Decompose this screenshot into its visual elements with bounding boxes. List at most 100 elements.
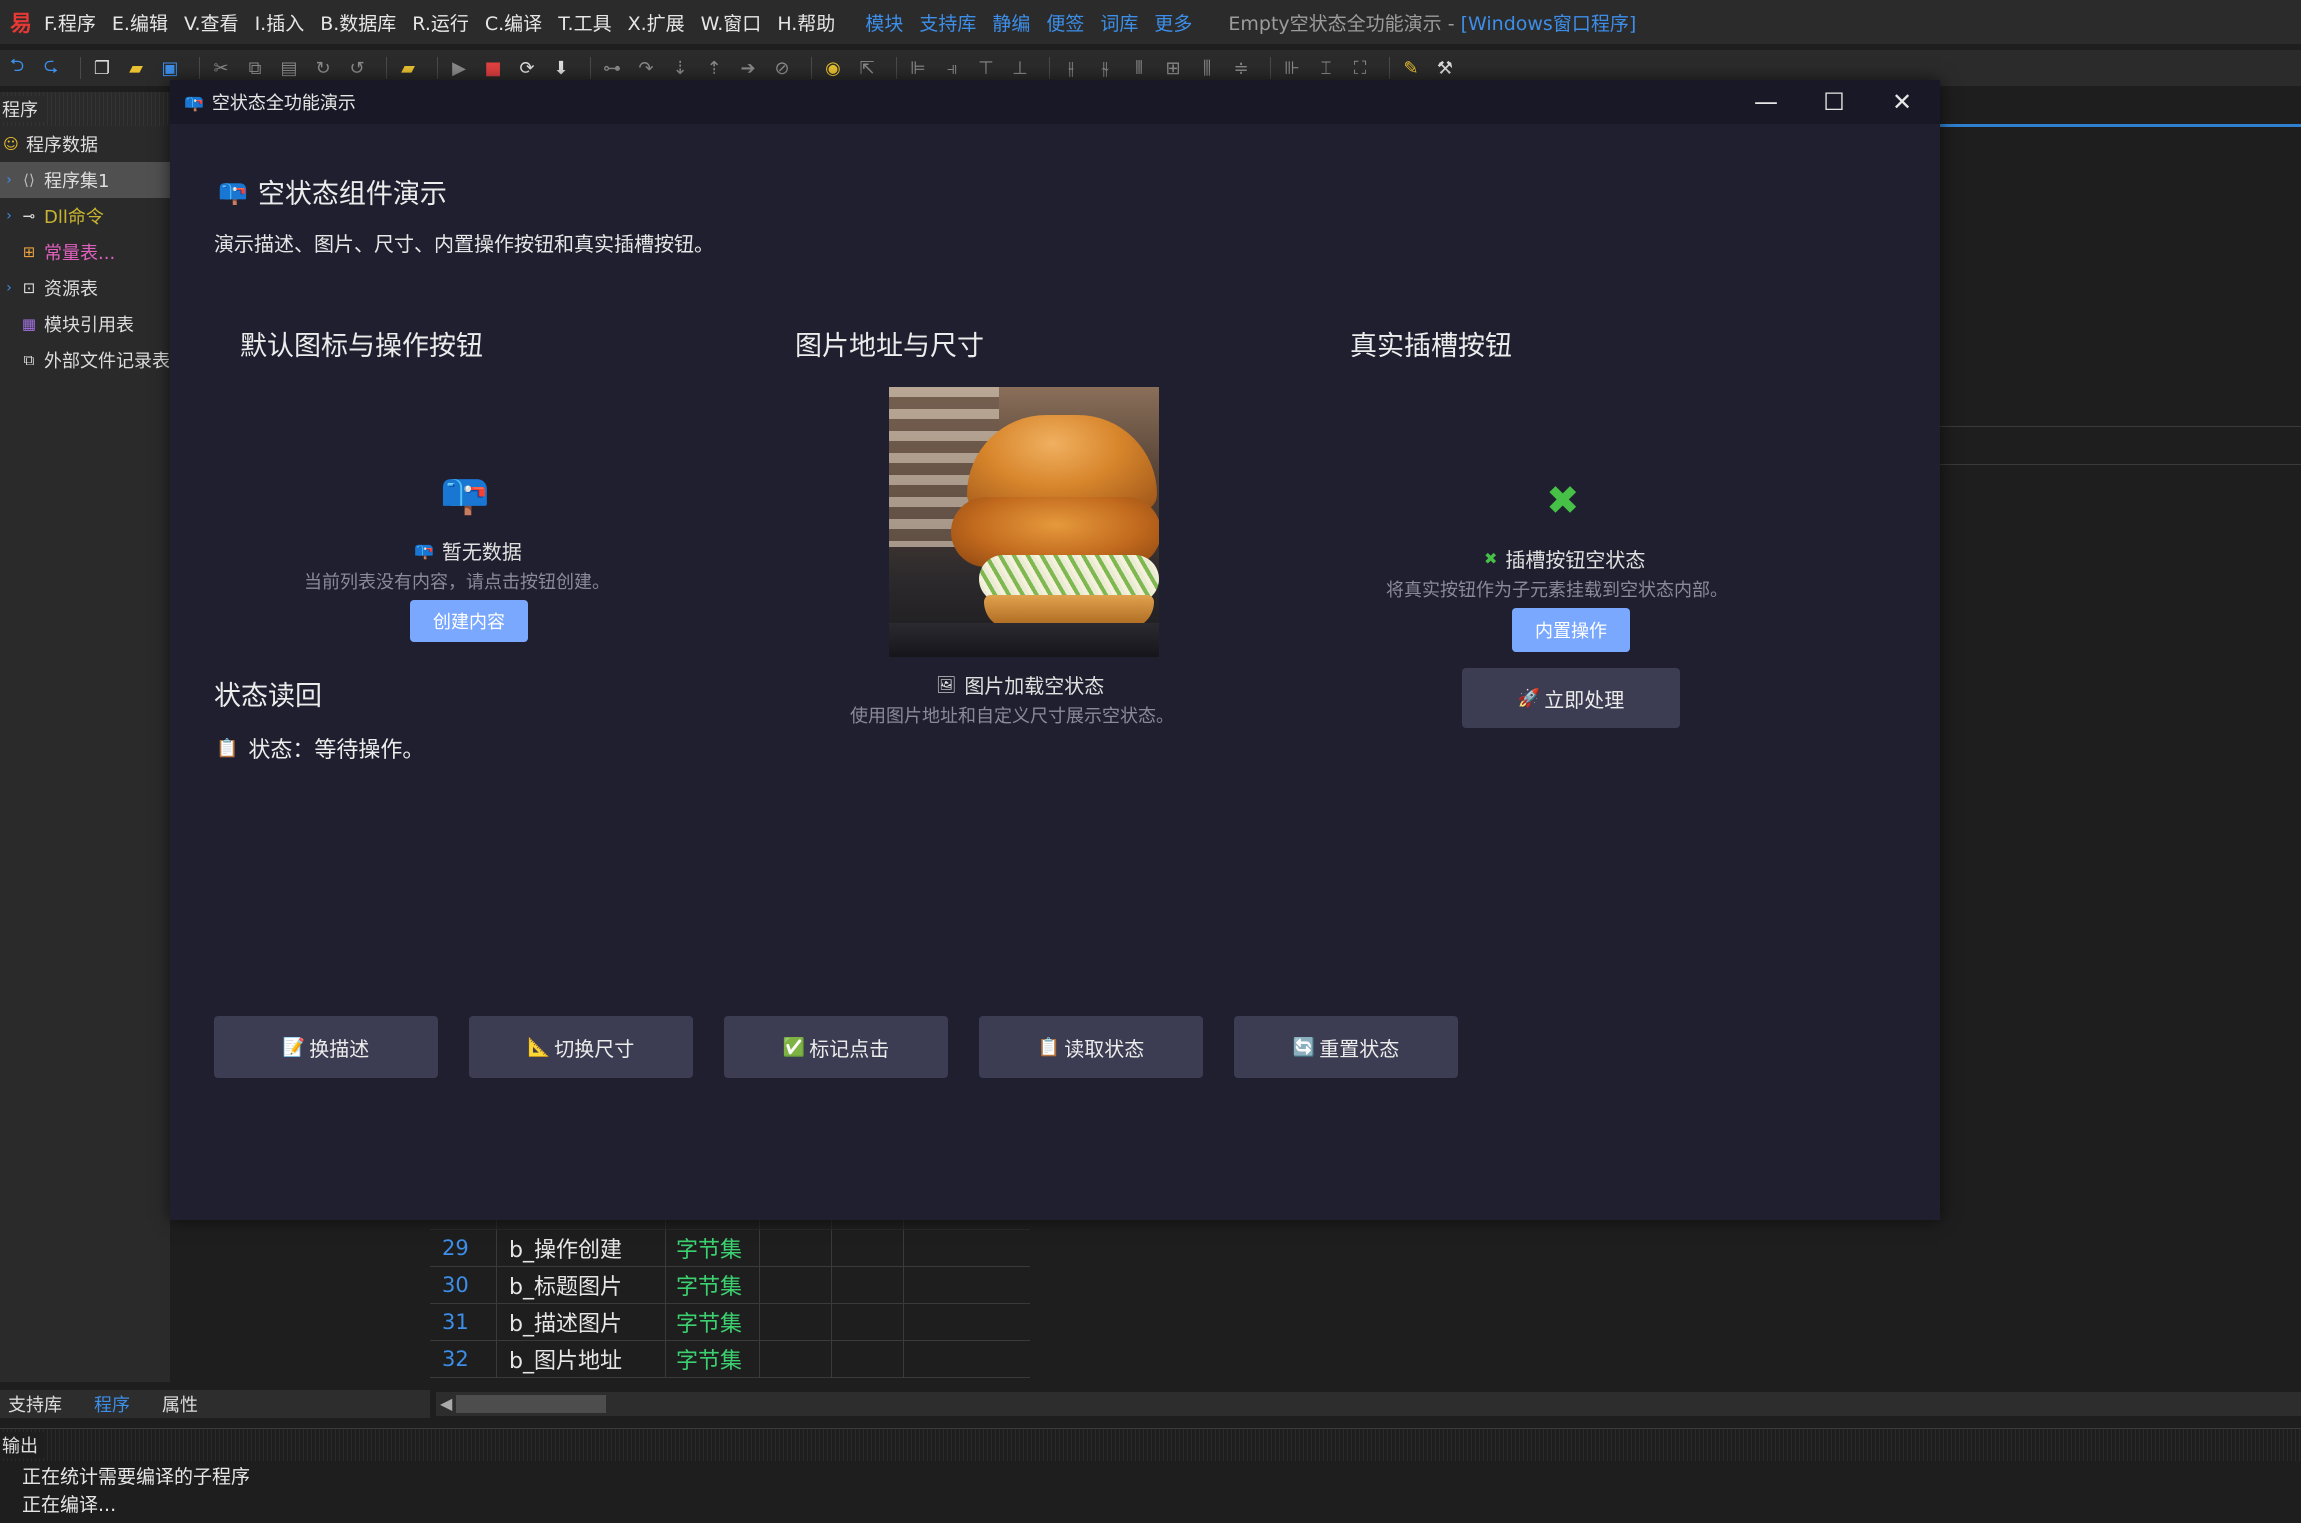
scrollbar-thumb[interactable] <box>456 1395 606 1413</box>
variable-type[interactable]: 字节集 <box>666 1229 760 1267</box>
chevron-right-icon[interactable]: › <box>0 280 18 296</box>
center-v-icon[interactable]: ⫳ <box>1092 55 1118 81</box>
variable-name[interactable]: b_标题图片 <box>496 1266 666 1304</box>
distribute-v-icon[interactable]: ⌶ <box>1313 55 1339 81</box>
find-folder-icon[interactable]: ▰ <box>395 55 421 81</box>
space-v-icon[interactable]: ≑ <box>1228 55 1254 81</box>
distribute-h-icon[interactable]: ⊪ <box>1279 55 1305 81</box>
menu-window[interactable]: W.窗口 <box>701 9 762 36</box>
menu-program[interactable]: F.程序 <box>44 9 96 36</box>
link-support-lib[interactable]: 支持库 <box>919 9 976 36</box>
link-dictionary[interactable]: 词库 <box>1100 9 1138 36</box>
tree-item-dll[interactable]: › ⊸ Dll命令 <box>0 198 170 234</box>
close-button[interactable]: ✕ <box>1868 80 1936 124</box>
mark-click-button[interactable]: ✅ 标记点击 <box>724 1016 948 1078</box>
dialog-titlebar[interactable]: 📪 空状态全功能演示 — ☐ ✕ <box>170 80 1940 124</box>
tree-item-resources[interactable]: › ⊡ 资源表 <box>0 270 170 306</box>
run-to-icon[interactable]: ➔ <box>735 55 761 81</box>
external-file-icon: ⧉ <box>23 351 35 369</box>
toggle-size-label: 切换尺寸 <box>554 1036 635 1061</box>
run-icon[interactable]: ▶ <box>446 55 472 81</box>
align-top-icon[interactable]: ⊤ <box>973 55 999 81</box>
lightbulb-icon[interactable]: ◉ <box>820 55 846 81</box>
copy-icon[interactable]: ⧉ <box>242 55 268 81</box>
menu-view[interactable]: V.查看 <box>184 9 239 36</box>
tree-item-external-files[interactable]: ⧉ 外部文件记录表 <box>0 342 170 378</box>
restart-icon[interactable]: ⟳ <box>514 55 540 81</box>
back-icon[interactable]: ⮌ <box>4 55 30 81</box>
tools-icon[interactable]: ⚒ <box>1432 55 1458 81</box>
chevron-right-icon[interactable]: › <box>0 208 18 224</box>
menu-help[interactable]: H.帮助 <box>777 9 835 36</box>
read-status-button[interactable]: 📋 读取状态 <box>979 1016 1203 1078</box>
menu-edit[interactable]: E.编辑 <box>112 9 168 36</box>
cut-icon[interactable]: ✂ <box>208 55 234 81</box>
redo-icon[interactable]: ↻ <box>310 55 336 81</box>
reset-status-button[interactable]: 🔄 重置状态 <box>1234 1016 1458 1078</box>
resources-icon: ⊡ <box>22 279 36 297</box>
variable-type[interactable]: 字节集 <box>666 1266 760 1304</box>
step-out-icon[interactable]: ⇡ <box>701 55 727 81</box>
tab-support-lib[interactable]: 支持库 <box>8 1391 62 1417</box>
tree-item-program-data[interactable]: ☺ 程序数据 <box>0 126 170 162</box>
variable-name[interactable]: b_图片地址 <box>496 1340 666 1378</box>
new-file-icon[interactable]: ❐ <box>89 55 115 81</box>
menu-compile[interactable]: C.编译 <box>485 9 542 36</box>
open-folder-icon[interactable]: ▰ <box>123 55 149 81</box>
pointer-icon[interactable]: ⇱ <box>854 55 880 81</box>
paste-icon[interactable]: ▤ <box>276 55 302 81</box>
table-row[interactable]: 32 b_图片地址 字节集 <box>430 1340 1030 1378</box>
minimize-button[interactable]: — <box>1732 80 1800 124</box>
fit-icon[interactable]: ⛶ <box>1347 55 1373 81</box>
line-number: 32 <box>442 1347 469 1371</box>
table-row[interactable]: 31 b_描述图片 字节集 <box>430 1303 1030 1341</box>
horizontal-scrollbar[interactable]: ◀ <box>436 1392 2301 1416</box>
stop-icon[interactable]: ■ <box>480 55 506 81</box>
variable-type[interactable]: 字节集 <box>666 1340 760 1378</box>
variable-name[interactable]: b_操作创建 <box>496 1229 666 1267</box>
table-row[interactable]: 30 b_标题图片 字节集 <box>430 1266 1030 1304</box>
menu-run[interactable]: R.运行 <box>412 9 469 36</box>
space-h-icon[interactable]: ⫼ <box>1194 55 1220 81</box>
link-notes[interactable]: 便签 <box>1046 9 1084 36</box>
tree-item-assembly[interactable]: › ⟨⟩ 程序集1 <box>0 162 170 198</box>
tab-program[interactable]: 程序 <box>94 1391 130 1417</box>
variable-name[interactable]: b_描述图片 <box>496 1303 666 1341</box>
link-module[interactable]: 模块 <box>865 9 903 36</box>
link-static-compile[interactable]: 静编 <box>992 9 1030 36</box>
save-icon[interactable]: ▣ <box>157 55 183 81</box>
scroll-left-icon[interactable]: ◀ <box>440 1394 452 1413</box>
table-row[interactable]: 29 b_操作创建 字节集 <box>430 1229 1030 1267</box>
process-now-button[interactable]: 🚀 立即处理 <box>1462 668 1680 728</box>
forward-icon[interactable]: ⮎ <box>38 55 64 81</box>
chevron-right-icon[interactable]: › <box>0 172 18 188</box>
menu-tools[interactable]: T.工具 <box>558 9 611 36</box>
step-in-icon[interactable]: ⇣ <box>667 55 693 81</box>
brush-icon[interactable]: ✎ <box>1398 55 1424 81</box>
align-right-icon[interactable]: ⫣ <box>939 55 965 81</box>
undo-icon[interactable]: ↺ <box>344 55 370 81</box>
create-content-button[interactable]: 创建内容 <box>410 600 528 642</box>
tree-item-module-refs[interactable]: ▦ 模块引用表 <box>0 306 170 342</box>
menu-insert[interactable]: I.插入 <box>255 9 305 36</box>
change-desc-button[interactable]: 📝 换描述 <box>214 1016 438 1078</box>
debug-step-icon[interactable]: ⊶ <box>599 55 625 81</box>
align-left-icon[interactable]: ⊫ <box>905 55 931 81</box>
breakpoint-icon[interactable]: ⊘ <box>769 55 795 81</box>
variable-type[interactable]: 字节集 <box>666 1303 760 1341</box>
check-icon: ✅ <box>782 1036 806 1058</box>
step-over-icon[interactable]: ↷ <box>633 55 659 81</box>
menu-database[interactable]: B.数据库 <box>320 9 396 36</box>
compile-icon[interactable]: ⬇ <box>548 55 574 81</box>
same-width-icon[interactable]: ⫴ <box>1126 55 1152 81</box>
align-bottom-icon[interactable]: ⊥ <box>1007 55 1033 81</box>
toggle-size-button[interactable]: 📐 切换尺寸 <box>469 1016 693 1078</box>
tab-properties[interactable]: 属性 <box>162 1391 198 1417</box>
maximize-button[interactable]: ☐ <box>1800 80 1868 124</box>
menu-extend[interactable]: X.扩展 <box>628 9 685 36</box>
link-more[interactable]: 更多 <box>1154 9 1192 36</box>
tree-item-constants[interactable]: ⊞ 常量表... <box>0 234 170 270</box>
same-height-icon[interactable]: ⊞ <box>1160 55 1186 81</box>
center-h-icon[interactable]: ⫲ <box>1058 55 1084 81</box>
builtin-action-button[interactable]: 内置操作 <box>1512 608 1630 652</box>
